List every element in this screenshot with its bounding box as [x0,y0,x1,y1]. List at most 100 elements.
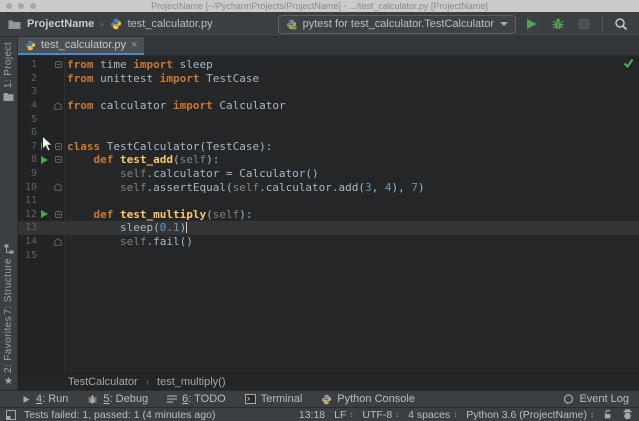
toolwindow-button-terminal[interactable]: Terminal [245,393,303,405]
code-line-9[interactable]: 9 self.calculator = Calculator() [18,167,639,181]
code-line-7[interactable]: 7class TestCalculator(TestCase): [18,140,639,154]
code-line-5[interactable]: 5 [18,112,639,126]
star-icon: ★ [4,377,13,387]
updown-chevron-icon: ↕ [453,411,457,419]
toolbar-divider [602,17,603,32]
status-widget-label: 4 spaces [408,409,450,421]
line-number: 8 [18,154,37,165]
maximize-window-icon[interactable] [30,3,36,9]
fold-start-icon[interactable] [51,156,65,163]
status-widget-label: UTF-8 [362,409,392,421]
code-text: sleep(0.1) [65,221,187,234]
bug-icon [551,17,565,31]
event-log-button[interactable]: Event Log [563,393,629,405]
code-line-1[interactable]: 1from time import sleep [18,58,639,72]
favorites-stripe-label: 2: Favorites [3,316,14,373]
updown-chevron-icon: ↕ [349,411,353,419]
run-button[interactable] [522,14,542,34]
toolwindow-button-pythonconsole[interactable]: Python Console [321,393,415,405]
status-message[interactable]: Tests failed: 1, passed: 1 (4 minutes ag… [24,409,215,421]
breadcrumb-item[interactable]: TestCalculator [68,376,138,388]
minimize-window-icon[interactable] [18,3,24,9]
fold-end-icon[interactable] [51,238,65,246]
code-line-2[interactable]: 2from unittest import TestCase [18,72,639,86]
debug-button[interactable] [548,14,568,34]
todo-icon [167,394,177,404]
toolwindow-button-todo[interactable]: 6: TODO [167,393,226,405]
status-widget-label: 13:18 [299,409,325,421]
toolwindow-button-label: 6: TODO [182,393,226,405]
status-widget[interactable]: UTF-8↕ [362,409,399,421]
toolwindow-button-run[interactable]: 4: Run [22,393,68,405]
close-tab-icon[interactable]: × [131,40,137,50]
line-number: 7 [18,141,37,152]
updown-chevron-icon: ↕ [590,411,594,419]
hector-inspector-icon[interactable] [622,409,633,420]
fold-end-icon[interactable] [51,183,65,191]
python-console-icon [321,394,332,405]
fold-end-icon[interactable] [51,102,65,110]
fold-start-icon[interactable] [51,61,65,68]
toolwindow-button-debug[interactable]: 5: Debug [87,393,148,405]
run-configuration-select[interactable]: pytest for test_calculator.TestCalculato… [278,15,516,34]
sidebar-item-project[interactable]: 1: Project [0,42,17,102]
close-window-icon[interactable] [6,3,12,9]
code-line-12[interactable]: 12 def test_multiply(self): [18,208,639,222]
code-line-4[interactable]: 4from calculator import Calculator [18,99,639,113]
code-text: def test_add(self): [65,153,219,166]
toolwindow-button-label: 5: Debug [103,393,148,405]
event-log-icon [563,394,574,405]
code-text: from calculator import Calculator [65,99,286,112]
breadcrumb-chevron-icon: › [146,377,149,388]
code-line-3[interactable]: 3 [18,85,639,99]
status-widget[interactable]: 4 spaces↕ [408,409,457,421]
code-line-11[interactable]: 11 [18,194,639,208]
python-file-icon [110,18,122,30]
nav-project-name[interactable]: ProjectName [27,18,94,30]
code-line-13[interactable]: 13 sleep(0.1) [18,221,639,235]
event-log-label: Event Log [579,393,629,405]
run-test-gutter-icon[interactable] [37,156,51,164]
search-everywhere-button[interactable] [611,14,631,34]
editor-column: test_calculator.py × 1from time import s… [18,37,639,390]
left-tool-stripe: 1: Project 7: Structure 2: Favorites ★ [0,37,18,390]
line-number: 11 [18,195,37,206]
status-widget[interactable]: 13:18 [299,409,325,421]
run-test-gutter-icon[interactable] [37,142,51,150]
navigation-bar: ProjectName › test_calculator.py pytest … [0,12,639,37]
pytest-config-icon [286,19,297,30]
sidebar-item-structure[interactable]: 7: Structure [0,244,17,315]
lock-icon[interactable] [603,409,613,420]
run-test-gutter-icon[interactable] [37,210,51,218]
folder-icon [8,19,21,30]
tab-test-calculator[interactable]: test_calculator.py × [18,37,144,55]
toolwindow-switcher-icon[interactable] [6,410,16,420]
terminal-icon [245,394,256,404]
fold-start-icon[interactable] [51,143,65,150]
code-editor[interactable]: 1from time import sleep2from unittest im… [18,56,639,373]
sidebar-item-favorites[interactable]: 2: Favorites ★ [0,316,17,387]
line-number: 5 [18,114,37,125]
code-line-6[interactable]: 6 [18,126,639,140]
code-line-10[interactable]: 10 self.assertEqual(self.calculator.add(… [18,180,639,194]
code-line-14[interactable]: 14 self.fail() [18,235,639,249]
editor-tabbar: test_calculator.py × [18,37,639,56]
search-icon [614,17,628,31]
status-widget[interactable]: Python 3.6 (ProjectName)↕ [466,409,594,421]
code-line-15[interactable]: 15 [18,248,639,262]
inspection-ok-icon[interactable] [623,58,634,68]
fold-start-icon[interactable] [51,211,65,218]
run-toolwindow-icon [22,395,31,404]
toolwindow-bar: 4: Run 5: Debug 6: TODO Terminal Python Cons… [0,390,639,407]
debug-toolwindow-icon [87,394,98,405]
breadcrumb-item[interactable]: test_multiply() [157,376,225,388]
code-line-8[interactable]: 8 def test_add(self): [18,153,639,167]
python-file-icon [25,40,36,51]
project-toolwindow-icon [3,92,14,102]
run-configuration-label: pytest for test_calculator.TestCalculato… [303,18,494,30]
tab-label: test_calculator.py [41,39,126,51]
nav-file-name[interactable]: test_calculator.py [128,18,213,30]
status-widget[interactable]: LF↕ [334,409,353,421]
breadcrumb-chevron-icon: › [100,19,103,30]
status-widget-label: Python 3.6 (ProjectName) [466,409,587,421]
